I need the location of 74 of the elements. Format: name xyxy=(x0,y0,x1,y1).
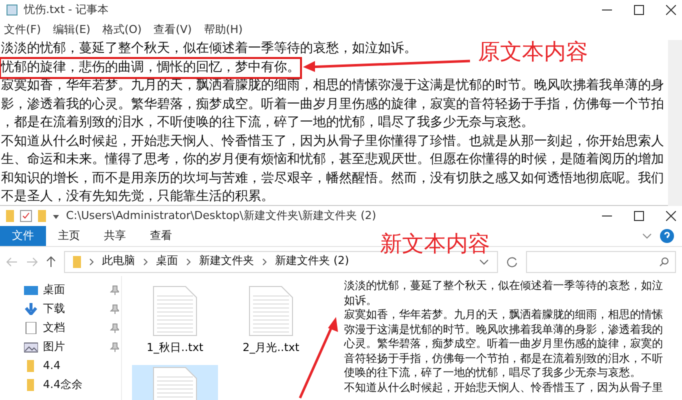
window-title: C:\Users\Administrator\Desktop\新建文件夹\新建文件夹 (2) xyxy=(66,208,376,224)
breadcrumb-item[interactable]: 新建文件夹 (2) xyxy=(275,253,350,270)
close-icon[interactable] xyxy=(666,5,676,15)
menu-item[interactable]: 编辑(E) xyxy=(52,22,90,38)
preview-text-line: 寂寞如香，华年若梦。九月的天，飘洒着朦胧的细雨，相思的情愫 xyxy=(344,308,664,322)
close-icon[interactable] xyxy=(666,211,676,221)
download-arrow-icon xyxy=(24,303,38,315)
text-line: ，都是在流着别致的泪水，不听使唤的往下流，碎了一地的忧郁，唱尽了我多少无奈与哀愁。 xyxy=(1,114,534,132)
dropdown-icon[interactable] xyxy=(479,258,489,266)
checklist-icon[interactable] xyxy=(20,210,32,222)
text-line: 和知识的增长，而不是用亲历的坎坷与苦难，尝尽艰辛，幡然醒悟。然而，没有切肤之感又如何透悟地彻底呢。我们 xyxy=(1,170,664,188)
pin-icon[interactable] xyxy=(110,323,119,333)
nav-label: 文档 xyxy=(43,320,66,336)
chevron-icon xyxy=(262,258,267,266)
text-line: 寂寞如香，华年若梦。九月的天，飘洒着朦胧的细雨，相思的情愫弥漫于这满是忧郁的时节。晚风吹拂着我单薄的身 xyxy=(1,77,664,95)
ribbon-tab[interactable]: 查看 xyxy=(138,226,184,246)
search-field[interactable] xyxy=(526,250,676,272)
dropdown-icon[interactable] xyxy=(52,212,60,220)
nav-label: 4.4念余 xyxy=(43,376,84,393)
chevron-icon xyxy=(143,258,148,266)
menu-item[interactable]: 文件(F) xyxy=(4,22,41,38)
text-line: 忧郁的旋律，悲伤的曲调，惆怅的回忆，梦中有你。 xyxy=(1,58,300,77)
nav-label: 4.4 xyxy=(43,358,62,374)
search-icon xyxy=(659,256,669,266)
breadcrumb-item[interactable]: 桌面 xyxy=(156,253,178,270)
text-line: 不是圣人，没有先知先觉，只能靠生活的积累。 xyxy=(1,188,274,206)
picture-icon xyxy=(24,341,38,353)
folder-icon xyxy=(6,210,14,222)
file-item[interactable]: 1_秋日..txt xyxy=(132,284,218,358)
refresh-icon[interactable] xyxy=(506,256,518,268)
maximize-icon[interactable] xyxy=(634,211,644,221)
annotation-label: 原文本内容 xyxy=(478,39,588,67)
preview-text-line: 音符轻扬于手指，仿佛每一个节拍，都是在流着别致的泪水，不听 xyxy=(344,352,664,366)
text-file-icon xyxy=(153,286,197,336)
desktop-icon xyxy=(24,284,38,296)
ribbon-tab[interactable]: 主页 xyxy=(46,226,92,246)
nav-label: 桌面 xyxy=(43,282,66,298)
text-line: 影，渗透着我的心灵。繁华碧落，痴梦成空。听着一曲岁月里伤感的旋律，寂寞的音符轻扬于手指，仿佛每一个节拍 xyxy=(1,96,664,114)
maximize-icon[interactable] xyxy=(634,5,644,15)
file-name: 1_秋日..txt xyxy=(146,340,204,356)
chevron-icon xyxy=(89,258,94,266)
ribbon-tab[interactable]: 文件 xyxy=(0,226,46,246)
help-icon[interactable] xyxy=(660,229,674,243)
preview-text-line: 心灵。繁华碧落，痴梦成空。听着一曲岁月里伤感的旋律，寂寞的 xyxy=(344,337,664,352)
nav-label: 下载 xyxy=(43,300,66,317)
pin-icon[interactable] xyxy=(110,304,119,314)
preview-text-line: 不知道从什么时候起，开始悲天悯人、怜香惜玉了，因为从骨子里 xyxy=(344,380,664,395)
preview-text-line: 淡淡的忧郁，蔓延了整个秋天，似在倾述着一季等待的哀愁，如泣 xyxy=(344,279,664,294)
scrollbar[interactable] xyxy=(668,40,682,206)
text-line: 不知道从什么时候起，开始悲天悯人、怜香惜玉了，因为从骨子里你懂得了珍惜。也就是从那一刻起，你开始思索人 xyxy=(1,132,664,150)
chevron-icon[interactable] xyxy=(642,232,652,240)
preview-text-line: 使唤的往下流，碎了一地的忧郁，唱尽了我多少无奈与哀愁。 xyxy=(344,366,642,380)
nav-label: 图片 xyxy=(43,338,66,355)
preview-text-line: 如诉。 xyxy=(344,294,378,308)
text-line: 生、命运和未来。懂得了思考，你的岁月便有烦恼和忧郁，甚至悲观厌世。但愿在你懂得的时候，是随着阅历的增加 xyxy=(1,151,664,169)
pin-icon[interactable] xyxy=(110,342,119,352)
notepad-icon xyxy=(6,4,18,16)
menu-item[interactable]: 格式(O) xyxy=(102,22,142,38)
breadcrumb-item[interactable]: 新建文件夹 xyxy=(199,253,254,270)
menu-item[interactable]: 查看(V) xyxy=(154,22,192,38)
up-arrow-icon[interactable] xyxy=(46,256,56,268)
text-file-icon xyxy=(249,286,293,336)
chevron-icon xyxy=(186,258,191,266)
folder-icon xyxy=(73,256,81,268)
breadcrumb-item[interactable]: 此电脑 xyxy=(102,253,135,270)
pin-icon[interactable] xyxy=(110,285,119,295)
menu-item[interactable]: 帮助(H) xyxy=(204,22,243,38)
ribbon-tab[interactable]: 共享 xyxy=(92,226,138,246)
window-title: 忧伤.txt - 记事本 xyxy=(24,2,109,18)
preview-text-line: 弥漫于这满是忧郁的时节。晚风吹拂着我单薄的身影，渗透着我的 xyxy=(344,322,664,337)
text-line: 淡淡的忧郁，蔓延了整个秋天，似在倾述着一季等待的哀愁，如泣如诉。 xyxy=(1,40,417,58)
file-item[interactable]: 2_月光..txt xyxy=(228,284,314,358)
file-name: 2_月光..txt xyxy=(242,340,300,356)
document-icon xyxy=(24,322,38,334)
